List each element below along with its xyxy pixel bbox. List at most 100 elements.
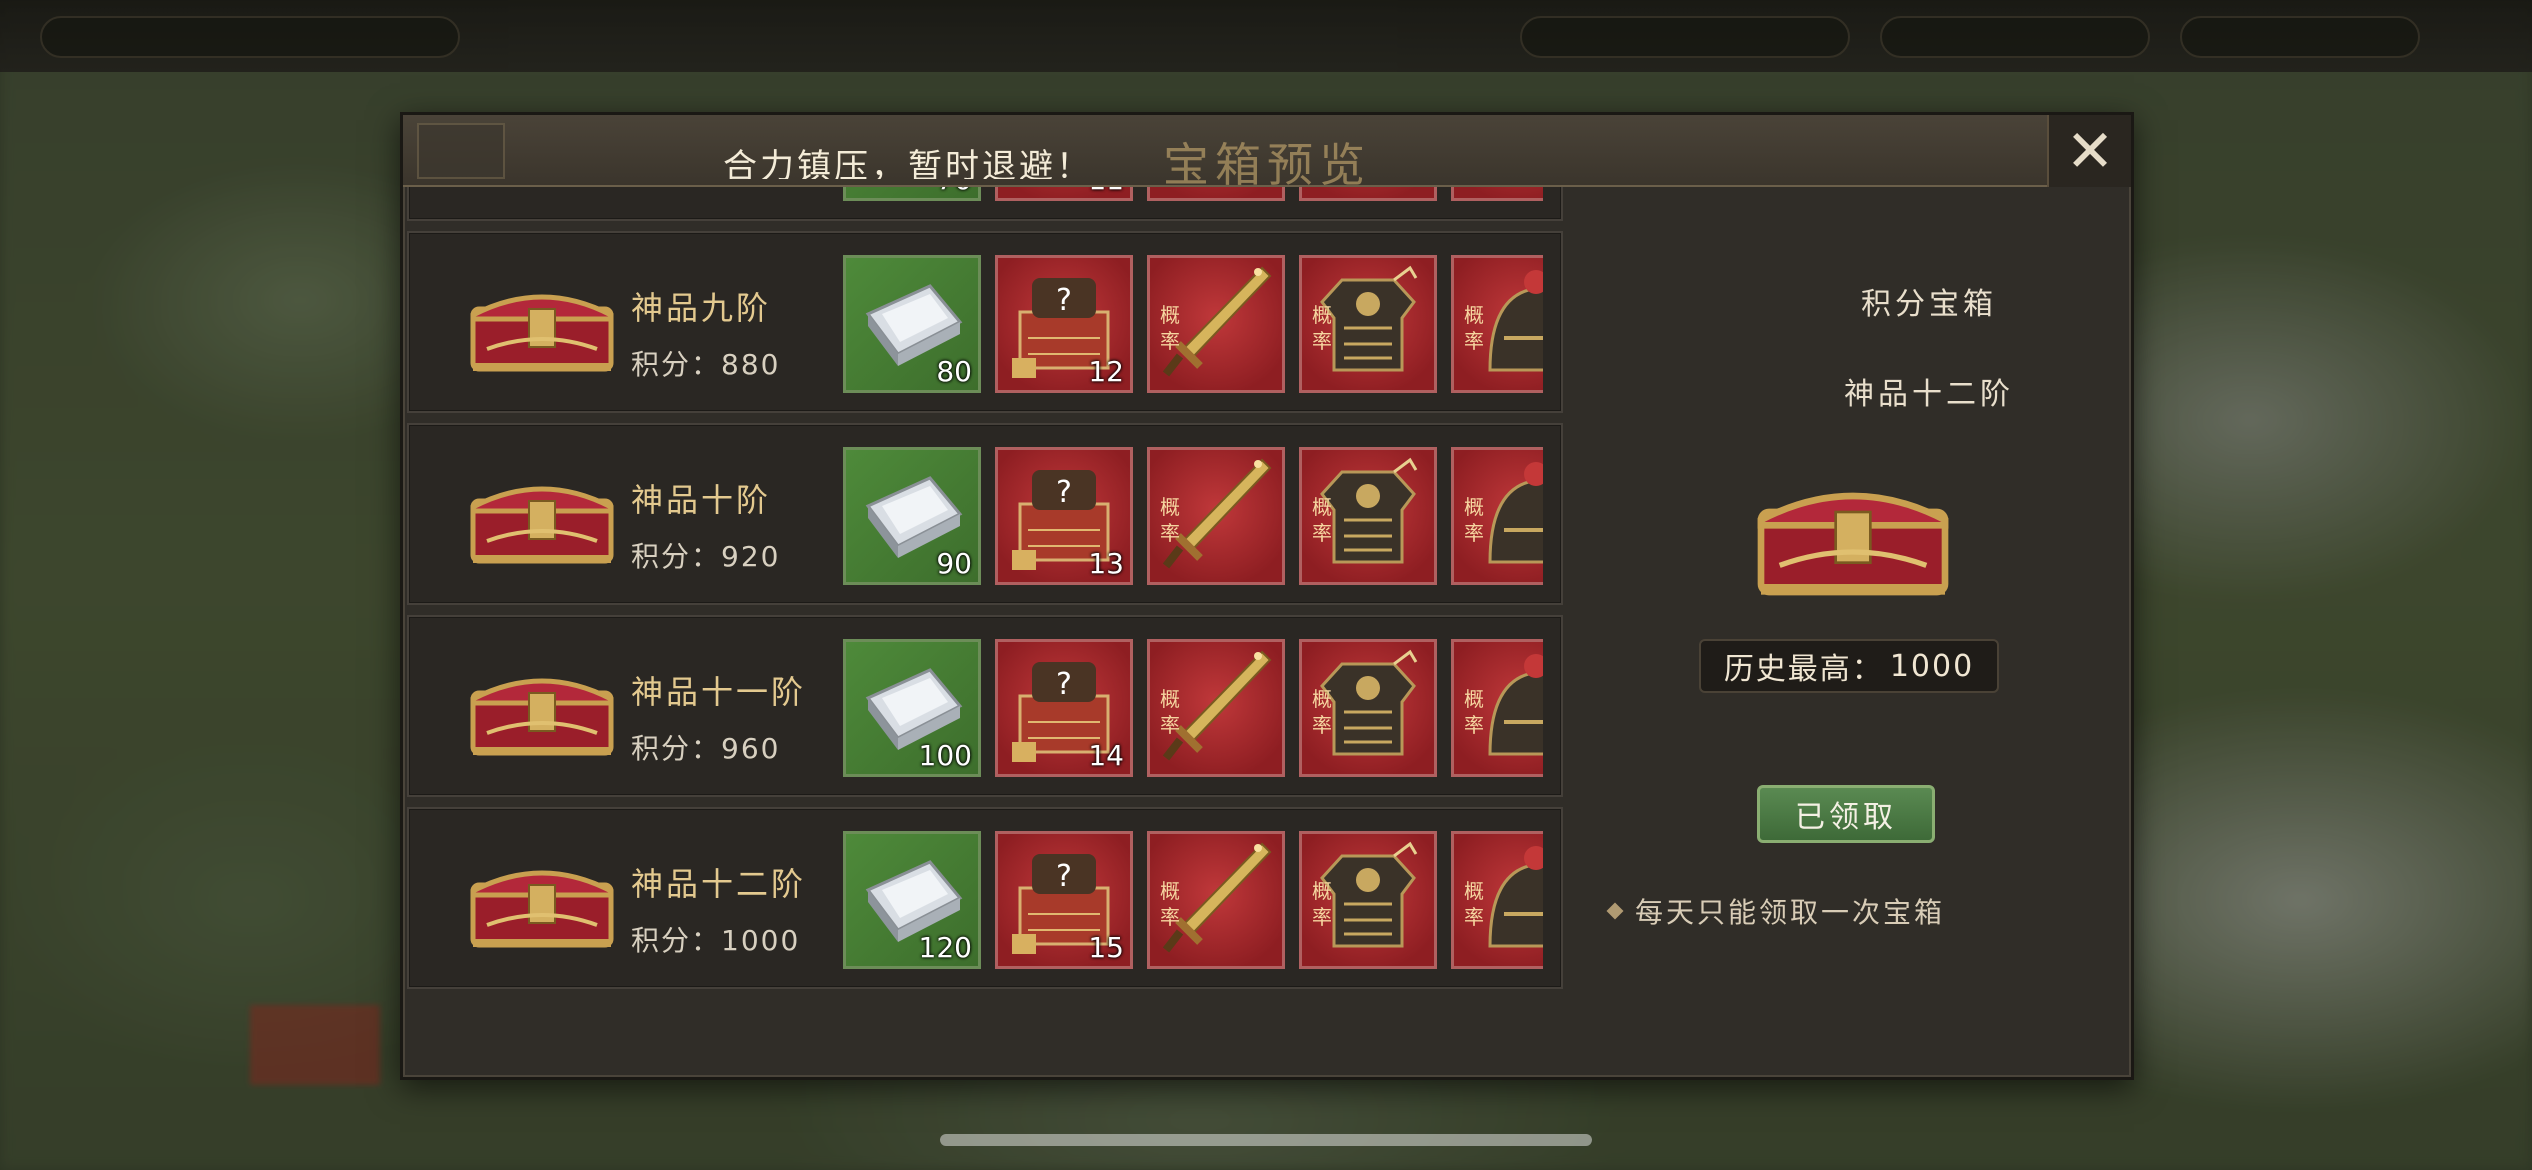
reward-item-armor[interactable]: 概率 (1299, 639, 1437, 777)
armor-icon (1302, 187, 1434, 198)
reward-item-sword[interactable]: 概率 (1147, 447, 1285, 585)
reward-item-helmet[interactable]: 概率 (1451, 447, 1543, 585)
daily-limit-note: 每天只能领取一次宝箱 (1606, 891, 1946, 931)
score-value: 880 (721, 348, 781, 381)
tier-name: 神品十二阶 (631, 865, 807, 903)
score-label: 积分： (631, 187, 721, 189)
reward-item-chest[interactable]: ? 13 (995, 447, 1133, 585)
chest-tier-row: 神品十二阶 积分：1000 120? 15 概率 概率 概率 (407, 807, 1563, 989)
home-indicator (940, 1134, 1592, 1146)
sword-icon (1150, 187, 1282, 198)
large-treasure-chest-icon (1757, 492, 1949, 596)
chest-tier-list[interactable]: 神品八阶积分：84070?11概率概率概率神品九阶积分：88080?12概率概率… (407, 187, 1567, 1079)
svg-text:?: ? (1056, 667, 1072, 702)
dialog-header: 宝箱预览 合力镇压，暂时退避！ ✕ (403, 115, 2131, 192)
reward-item-armor[interactable]: 概率 (1299, 255, 1437, 393)
item-count: 120 (918, 931, 972, 964)
tier-score: 积分：840 (631, 187, 780, 191)
score-value: 960 (721, 732, 781, 765)
bullet-diamond-icon (1606, 902, 1624, 920)
item-count: 80 (936, 355, 972, 388)
chest-tier-row: 神品十一阶 积分：960 100? 14 概率 概率 概率 (407, 615, 1563, 797)
treasure-chest-icon (467, 855, 617, 951)
item-count: 12 (1088, 355, 1124, 388)
reward-item-armor[interactable]: 概率 (1299, 831, 1437, 969)
tier-score: 积分：920 (631, 535, 780, 575)
history-high-badge: 历史最高： 1000 (1699, 639, 1999, 693)
reward-item-armor[interactable]: 概率 (1299, 187, 1437, 201)
item-count: 100 (918, 739, 972, 772)
reward-items: 100? 14 概率 概率 概率 (843, 639, 1543, 781)
probability-tag: 概率 (1464, 303, 1484, 353)
reward-item-helmet[interactable]: 概率 (1451, 255, 1543, 393)
probability-tag: 概率 (1160, 687, 1180, 737)
item-count: 11 (1088, 187, 1124, 196)
reward-item-chest[interactable]: ? 15 (995, 831, 1133, 969)
note-text: 每天只能领取一次宝箱 (1635, 896, 1946, 929)
reward-item-chest[interactable]: ? 14 (995, 639, 1133, 777)
close-button[interactable]: ✕ (2047, 115, 2131, 187)
reward-item-sword[interactable]: 概率 (1147, 831, 1285, 969)
chest-tier-row: 神品九阶 积分：880 80? 12 概率 概率 概率 (407, 231, 1563, 413)
score-label: 积分： (631, 924, 722, 957)
reward-items: 90? 13 概率 概率 概率 (843, 447, 1543, 589)
probability-tag: 概率 (1160, 495, 1180, 545)
tier-score: 积分：960 (631, 727, 780, 767)
probability-tag: 概率 (1464, 687, 1484, 737)
tier-score: 积分：880 (631, 343, 780, 383)
tier-name: 神品十一阶 (631, 673, 807, 711)
claimed-button[interactable]: 已领取 (1757, 785, 1935, 843)
score-value: 920 (721, 540, 781, 573)
scrolling-notice: 合力镇压，暂时退避！ (723, 147, 1093, 179)
probability-tag: 概率 (1312, 303, 1332, 353)
treasure-chest-icon (467, 279, 617, 375)
reward-item-sword[interactable]: 概率 (1147, 639, 1285, 777)
reward-item-chest[interactable]: ?11 (995, 187, 1133, 201)
reward-item-helmet[interactable]: 概率 (1451, 639, 1543, 777)
treasure-chest-icon (467, 471, 617, 567)
probability-tag: 概率 (1312, 687, 1332, 737)
helmet-icon (1454, 187, 1543, 198)
probability-tag: 概率 (1464, 495, 1484, 545)
reward-item-silver[interactable]: 80 (843, 255, 981, 393)
item-count: 90 (936, 547, 972, 580)
reward-items: 70?11概率概率概率 (843, 187, 1543, 205)
history-value: 1000 (1889, 648, 1975, 684)
item-count: 15 (1088, 931, 1124, 964)
probability-tag: 概率 (1312, 495, 1332, 545)
reward-item-helmet[interactable]: 概率 (1451, 187, 1543, 201)
reward-item-chest[interactable]: ? 12 (995, 255, 1133, 393)
score-label: 积分： (631, 348, 722, 381)
probability-tag: 概率 (1312, 879, 1332, 929)
probability-tag: 概率 (1160, 303, 1180, 353)
score-value: 1000 (721, 924, 801, 957)
item-count: 14 (1088, 739, 1124, 772)
current-grade: 神品十二阶 (1844, 377, 2014, 412)
svg-text:?: ? (1056, 283, 1072, 318)
reward-item-silver[interactable]: 100 (843, 639, 981, 777)
reward-item-silver[interactable]: 70 (843, 187, 981, 201)
tier-name: 神品九阶 (631, 289, 772, 327)
history-label: 历史最高： (1723, 652, 1884, 687)
reward-items: 120? 15 概率 概率 概率 (843, 831, 1543, 973)
svg-text:?: ? (1056, 475, 1072, 510)
reward-item-helmet[interactable]: 概率 (1451, 831, 1543, 969)
item-count: 13 (1088, 547, 1124, 580)
reward-item-armor[interactable]: 概率 (1299, 447, 1437, 585)
score-value: 840 (721, 187, 780, 189)
close-icon: ✕ (2065, 117, 2115, 185)
tier-name: 神品十阶 (631, 481, 772, 519)
score-label: 积分： (631, 732, 722, 765)
chest-tier-row: 神品十阶 积分：920 90? 13 概率 概率 概率 (407, 423, 1563, 605)
reward-items: 80? 12 概率 概率 概率 (843, 255, 1543, 397)
side-title: 积分宝箱 (1861, 287, 1997, 322)
chest-preview-dialog: 宝箱预览 合力镇压，暂时退避！ ✕ 神品八阶积分：84070?11概率概率概率神… (400, 112, 2134, 1080)
reward-item-sword[interactable]: 概率 (1147, 187, 1285, 201)
reward-item-sword[interactable]: 概率 (1147, 255, 1285, 393)
reward-item-silver[interactable]: 90 (843, 447, 981, 585)
item-count: 70 (936, 187, 972, 196)
treasure-chest-icon (467, 663, 617, 759)
tier-score: 积分：1000 (631, 919, 800, 959)
score-label: 积分： (631, 540, 722, 573)
reward-item-silver[interactable]: 120 (843, 831, 981, 969)
